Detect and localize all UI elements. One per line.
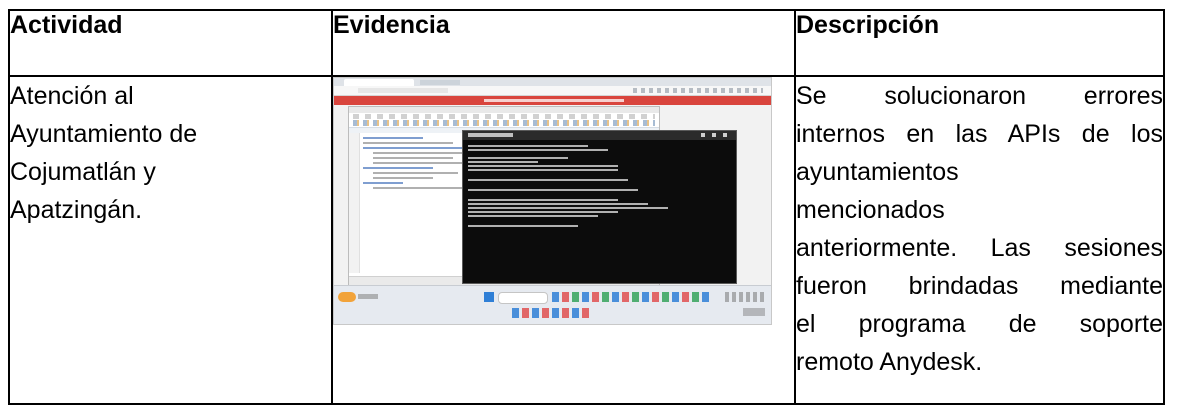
descripcion-line: remoto Anydesk.: [796, 348, 983, 376]
browser-tabbar: [334, 78, 771, 86]
browser-banner: [334, 96, 771, 105]
terminal-window: [462, 130, 737, 284]
actividad-line: Apatzingán.: [10, 196, 143, 224]
descripcion-line: mencionados: [796, 196, 945, 224]
actividad-line: Ayuntamiento de: [10, 120, 198, 148]
descripcion-line: anteriormente. Las sesiones: [796, 234, 1163, 262]
actividad-cell: Atención al Ayuntamiento de Cojumatlán y…: [8, 75, 333, 405]
header-row: Actividad Evidencia Descripción: [8, 9, 1165, 77]
header-actividad: Actividad: [8, 9, 333, 77]
descripcion-line: el programa de soporte: [796, 310, 1163, 338]
header-evidencia: Evidencia: [331, 9, 796, 77]
activity-table: Actividad Evidencia Descripción Atención…: [8, 9, 1165, 405]
table-row: Atención al Ayuntamiento de Cojumatlán y…: [8, 75, 1165, 405]
descripcion-line: fueron brindadas mediante: [796, 272, 1163, 300]
browser-addressbar: [334, 86, 771, 96]
activity-report: Actividad Evidencia Descripción Atención…: [8, 9, 1165, 405]
descripcion-line: ayuntamientos: [796, 158, 959, 186]
actividad-line: Atención al: [10, 82, 134, 110]
actividad-line: Cojumatlán y: [10, 158, 156, 186]
descripcion-line: Se solucionaron errores: [796, 82, 1163, 110]
evidence-screenshot: [333, 77, 772, 325]
descripcion-line: internos en las APIs de los: [796, 120, 1163, 148]
windows-taskbar: [334, 285, 771, 324]
descripcion-cell: Se solucionaron errores internos en las …: [794, 75, 1165, 405]
evidencia-cell: [331, 75, 796, 405]
header-descripcion: Descripción: [794, 9, 1165, 77]
